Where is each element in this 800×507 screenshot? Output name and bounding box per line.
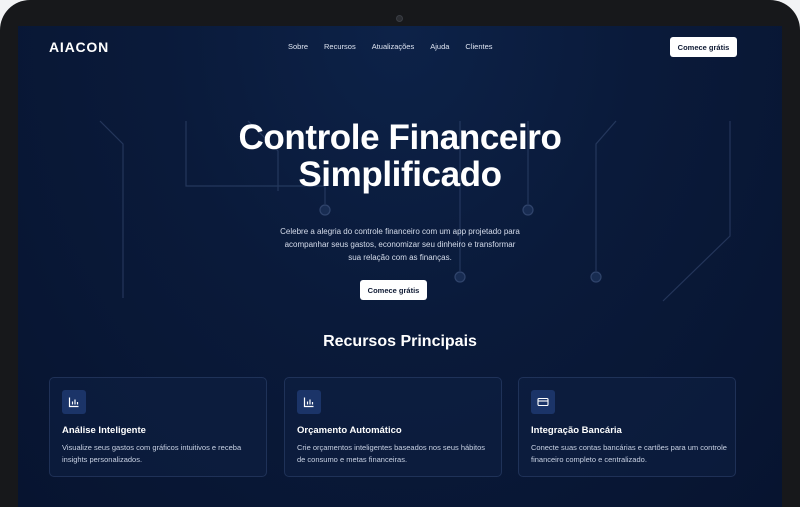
nav-link-ajuda[interactable]: Ajuda	[430, 42, 449, 51]
nav-link-clientes[interactable]: Clientes	[465, 42, 492, 51]
features-section-title: Recursos Principais	[323, 333, 477, 350]
hero-title-line-2: Simplificado	[298, 155, 502, 194]
credit-card-icon	[531, 390, 555, 414]
nav-link-recursos[interactable]: Recursos	[324, 42, 356, 51]
feature-card-description: Visualize seus gastos com gráficos intui…	[62, 443, 242, 464]
nav-link-atualizacoes[interactable]: Atualizações	[372, 42, 415, 51]
hero-title: Controle Financeiro Simplificado	[18, 119, 782, 193]
feature-card-orcamento[interactable]: Orçamento Automático Crie orçamentos int…	[284, 377, 502, 477]
nav-start-free-button[interactable]: Comece grátis	[670, 37, 737, 57]
hero-start-free-button[interactable]: Comece grátis	[360, 280, 427, 300]
nav-links: Sobre Recursos Atualizações Ajuda Client…	[288, 42, 509, 51]
camera-dot	[396, 15, 403, 22]
app-screen: AIACON Sobre Recursos Atualizações Ajuda…	[18, 26, 782, 507]
feature-card-description: Crie orçamentos inteligentes baseados no…	[297, 443, 486, 464]
feature-card-description: Conecte suas contas bancárias e cartões …	[531, 443, 727, 464]
feature-card-analise[interactable]: Análise Inteligente Visualize seus gasto…	[49, 377, 267, 477]
feature-card-integracao[interactable]: Integração Bancária Conecte suas contas …	[518, 377, 736, 477]
feature-card-title: Análise Inteligente	[62, 425, 146, 436]
brand-logo[interactable]: AIACON	[49, 39, 109, 55]
laptop-frame: AIACON Sobre Recursos Atualizações Ajuda…	[0, 0, 800, 507]
bar-chart-icon	[62, 390, 86, 414]
top-navbar: AIACON Sobre Recursos Atualizações Ajuda…	[18, 26, 782, 70]
feature-card-title: Integração Bancária	[531, 425, 622, 436]
hero-title-line-1: Controle Financeiro	[238, 118, 562, 157]
hero-description: Celebre a alegria do controle financeiro…	[280, 227, 520, 262]
bar-chart-icon	[297, 390, 321, 414]
nav-link-sobre[interactable]: Sobre	[288, 42, 308, 51]
feature-card-title: Orçamento Automático	[297, 425, 402, 436]
